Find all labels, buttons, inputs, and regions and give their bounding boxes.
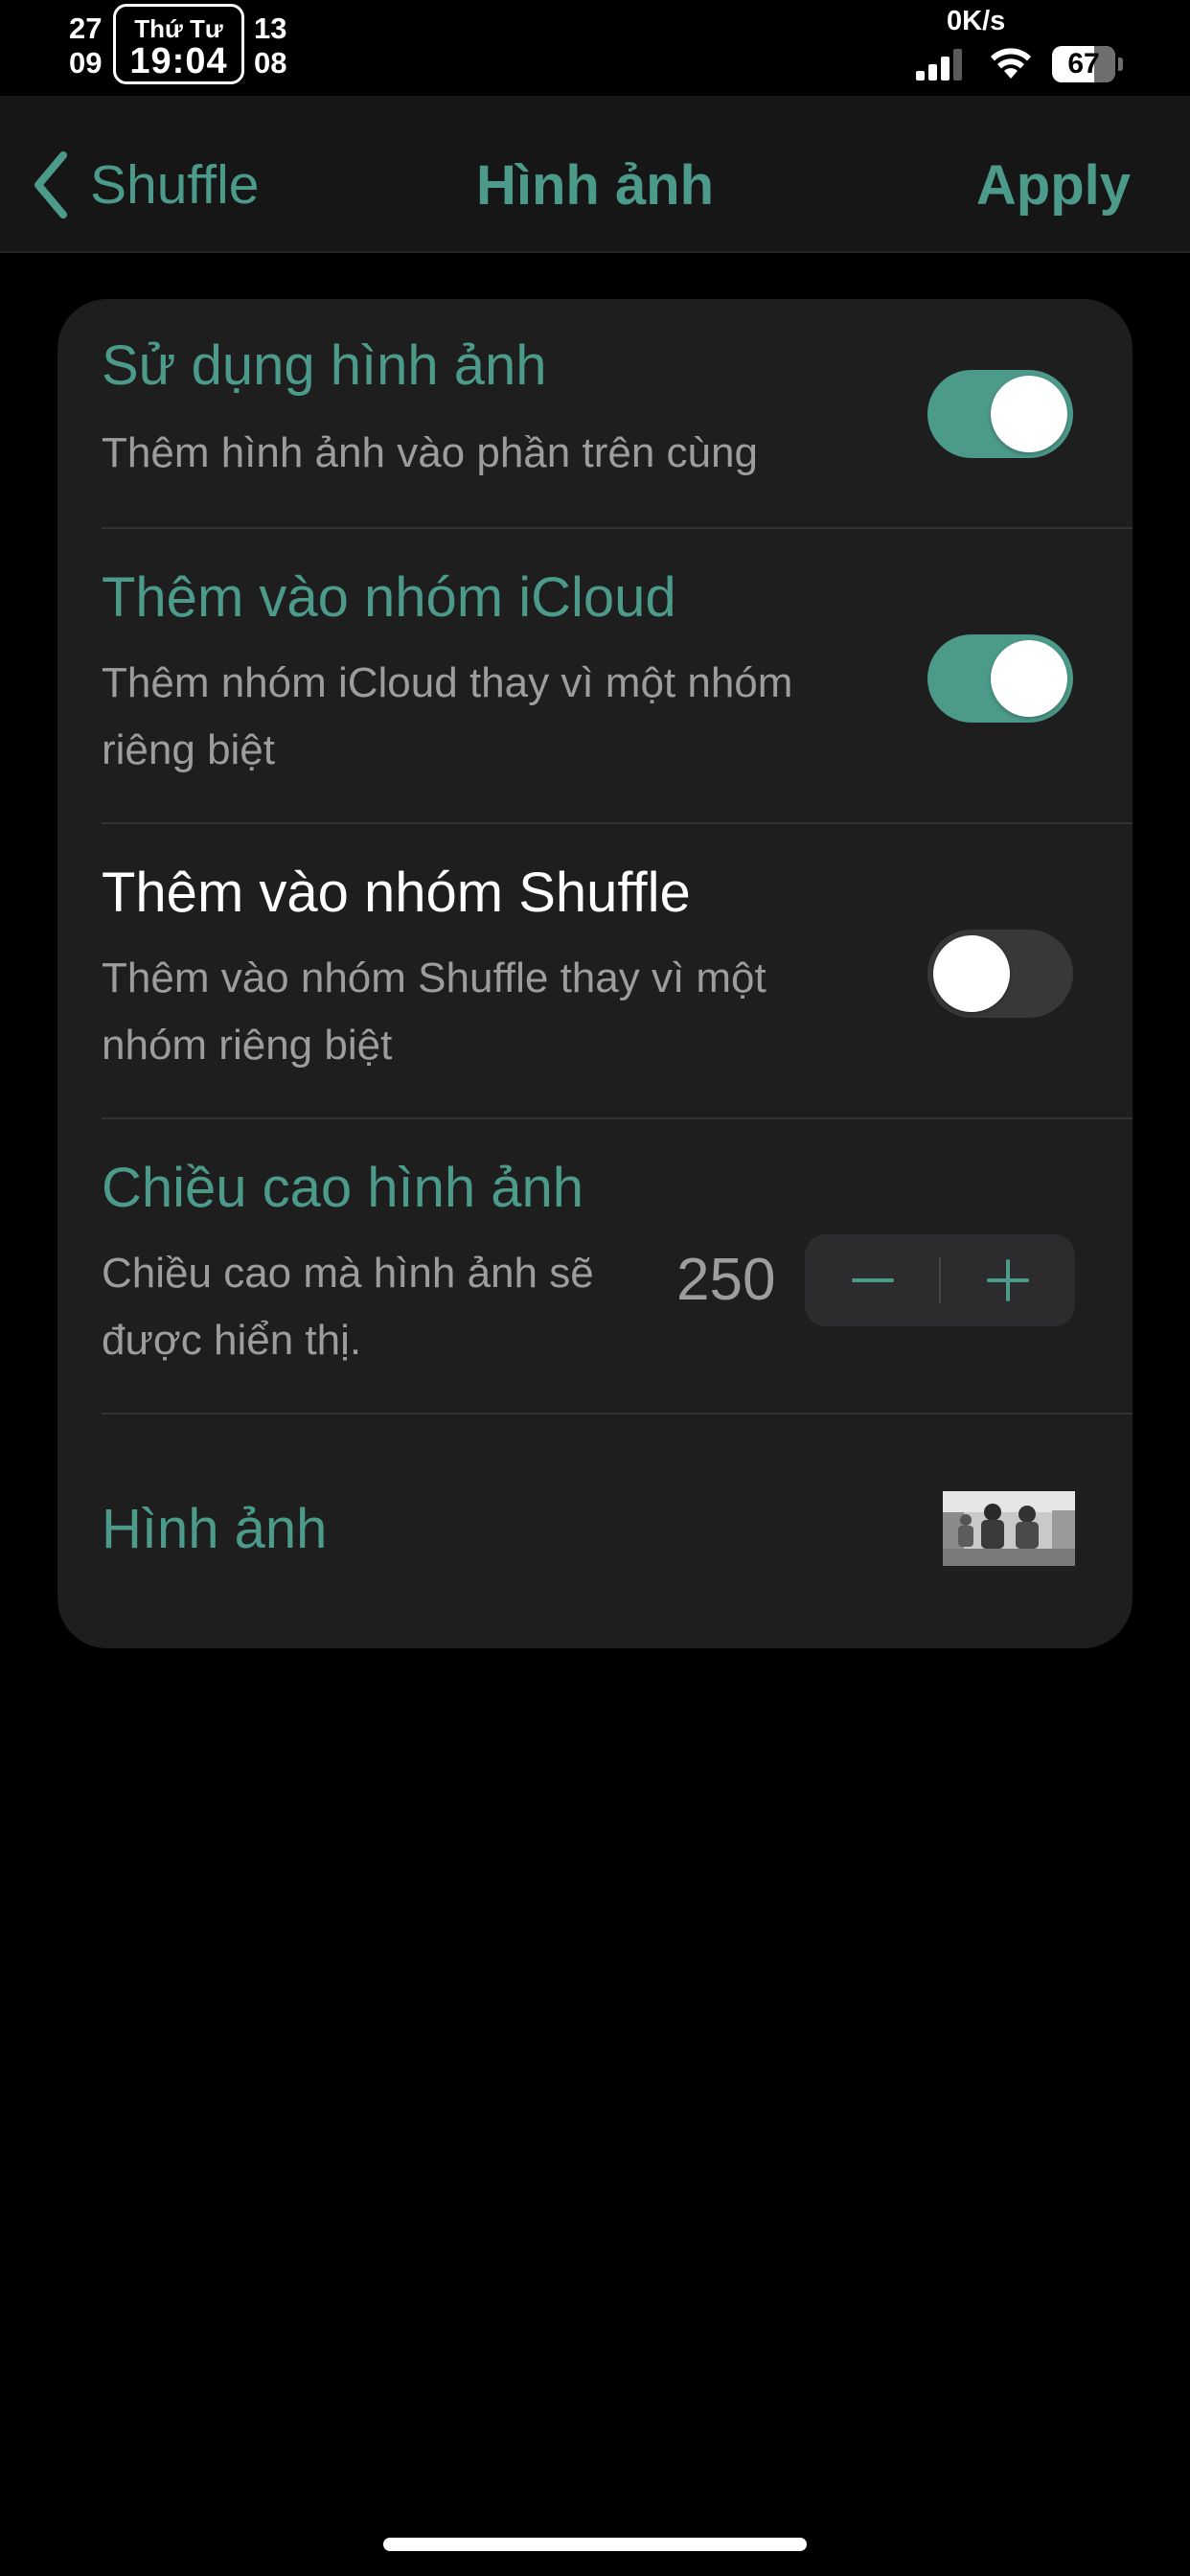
icloud-group-title: Thêm vào nhóm iCloud bbox=[102, 566, 676, 629]
increment-button[interactable] bbox=[940, 1234, 1075, 1326]
signal-icon bbox=[916, 49, 962, 80]
battery-tip bbox=[1118, 58, 1123, 71]
image-height-value: 250 bbox=[676, 1247, 776, 1313]
use-image-title: Sử dụng hình ảnh bbox=[102, 334, 547, 397]
image-height-description-line1: Chiều cao mà hình ảnh sẽ bbox=[102, 1250, 594, 1297]
plus-icon bbox=[986, 1259, 1029, 1301]
image-height-title: Chiều cao hình ảnh bbox=[102, 1157, 584, 1219]
status-bar: 27 09 Thứ Tư 19:04 13 08 0K/s 67 bbox=[0, 0, 1190, 96]
status-time: 19:04 bbox=[129, 41, 228, 81]
setting-row-icloud-group: Thêm vào nhóm iCloud Thêm nhóm iCloud th… bbox=[57, 529, 1133, 824]
image-thumbnail[interactable] bbox=[943, 1491, 1075, 1566]
status-lunar-month: 08 bbox=[254, 46, 287, 80]
icloud-group-toggle[interactable] bbox=[927, 634, 1073, 723]
icloud-group-description-line1: Thêm nhóm iCloud thay vì một nhóm bbox=[102, 659, 793, 706]
image-title: Hình ảnh bbox=[102, 1498, 328, 1560]
shuffle-group-description-line2: nhóm riêng biệt bbox=[102, 1022, 393, 1069]
use-image-toggle[interactable] bbox=[927, 370, 1073, 458]
setting-row-image[interactable]: Hình ảnh bbox=[57, 1414, 1133, 1648]
navigation-bar: Shuffle Hình ảnh Apply bbox=[0, 96, 1190, 253]
shuffle-group-title: Thêm vào nhóm Shuffle bbox=[102, 862, 691, 924]
wifi-icon bbox=[991, 48, 1031, 79]
icloud-group-description-line2: riêng biệt bbox=[102, 726, 276, 773]
setting-row-shuffle-group: Thêm vào nhóm Shuffle Thêm vào nhóm Shuf… bbox=[57, 824, 1133, 1119]
battery-icon: 67 bbox=[1052, 46, 1115, 82]
shuffle-group-toggle[interactable] bbox=[927, 930, 1073, 1018]
decrement-button[interactable] bbox=[805, 1234, 940, 1326]
status-weekday: Thứ Tư bbox=[134, 14, 223, 43]
photo-thumbnail bbox=[943, 1491, 1075, 1566]
settings-card: Sử dụng hình ảnh Thêm hình ảnh vào phần … bbox=[57, 299, 1133, 1648]
network-speed: 0K/s bbox=[947, 6, 1006, 36]
status-clock: Thứ Tư 19:04 bbox=[113, 4, 244, 84]
setting-row-use-image: Sử dụng hình ảnh Thêm hình ảnh vào phần … bbox=[57, 299, 1133, 529]
status-lunar-day: 13 bbox=[254, 12, 287, 45]
status-date-day: 27 bbox=[69, 12, 103, 45]
battery-percent: 67 bbox=[1067, 48, 1100, 80]
minus-icon bbox=[851, 1278, 894, 1282]
image-height-description-line2: được hiển thị. bbox=[102, 1317, 362, 1364]
use-image-description: Thêm hình ảnh vào phần trên cùng bbox=[102, 429, 758, 476]
image-height-stepper bbox=[805, 1234, 1075, 1326]
status-date-month: 09 bbox=[69, 46, 103, 80]
apply-button[interactable]: Apply bbox=[976, 153, 1131, 218]
setting-row-image-height: Chiều cao hình ảnh Chiều cao mà hình ảnh… bbox=[57, 1119, 1133, 1414]
home-indicator[interactable] bbox=[383, 2538, 807, 2551]
shuffle-group-description-line1: Thêm vào nhóm Shuffle thay vì một bbox=[102, 954, 767, 1001]
